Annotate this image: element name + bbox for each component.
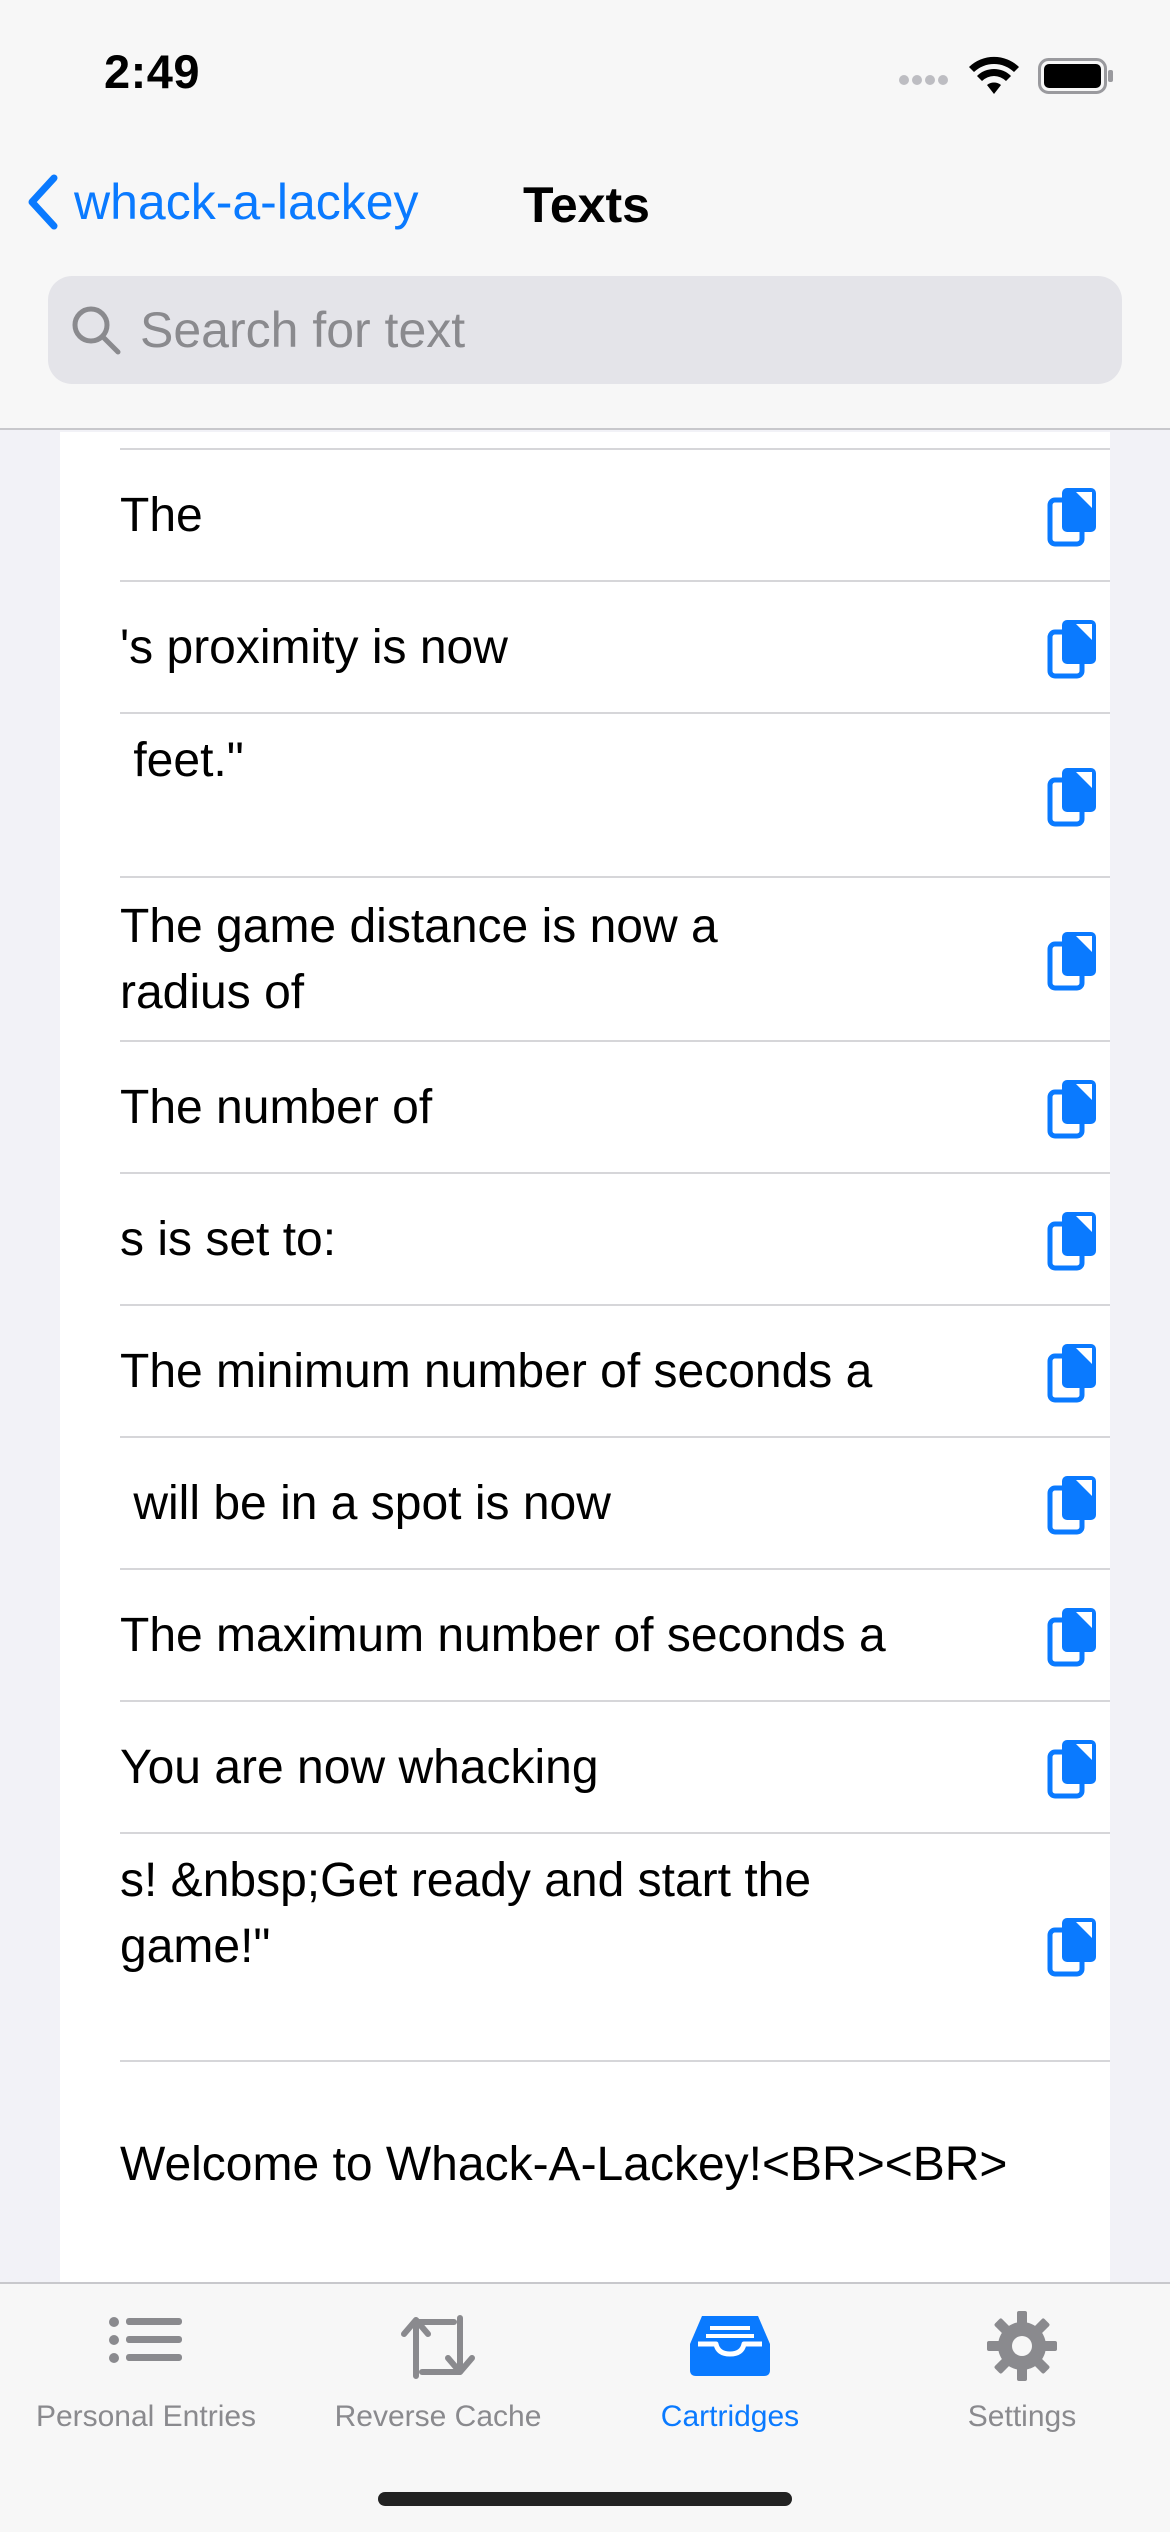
tab-label: Cartridges xyxy=(660,2400,800,2433)
list-item-text: s is set to: xyxy=(120,1213,337,1266)
tab-label: Settings xyxy=(967,2400,1077,2433)
list-icon xyxy=(109,2317,182,2363)
search-bar[interactable] xyxy=(48,276,1122,384)
status-time: 2:49 xyxy=(104,45,201,98)
list-item: s! &nbsp;Get ready and start the game!" xyxy=(120,1834,1110,2062)
list-item-text: s! &nbsp;Get ready and start the game!" xyxy=(120,1854,825,1973)
copy-icon[interactable] xyxy=(1046,764,1100,828)
copy-icon[interactable] xyxy=(1046,1076,1100,1140)
gear-icon xyxy=(987,2311,1057,2381)
search-icon xyxy=(72,306,121,355)
copy-icon[interactable] xyxy=(1046,1472,1100,1536)
tab-label: Reverse Cache xyxy=(334,2400,542,2433)
list-item: will be in a spot is now xyxy=(120,1438,1110,1570)
home-indicator[interactable] xyxy=(378,2492,792,2506)
list-item-text: The maximum number of seconds a xyxy=(120,1609,886,1662)
list-item: 's proximity is now xyxy=(120,582,1110,714)
tab-cartridges[interactable]: Cartridges xyxy=(584,2304,876,2434)
tray-icon xyxy=(690,2316,770,2376)
tab-label: Personal Entries xyxy=(35,2400,257,2433)
list-item-text: The game distance is now a radius of xyxy=(120,900,731,1019)
tab-personal-entries[interactable]: Personal Entries xyxy=(0,2304,292,2434)
tab-settings[interactable]: Settings xyxy=(876,2304,1168,2434)
search-input[interactable] xyxy=(138,300,1038,360)
list-item-text: The minimum number of seconds a xyxy=(120,1345,873,1398)
copy-icon[interactable] xyxy=(1046,1340,1100,1404)
list-item: feet." xyxy=(120,714,1110,878)
tab-reverse-cache[interactable]: Reverse Cache xyxy=(292,2304,584,2434)
cellular-signal-icon xyxy=(899,75,948,85)
chevron-left-icon xyxy=(28,174,58,230)
wifi-icon xyxy=(969,56,1019,94)
reverse-cache-icon xyxy=(401,2315,475,2379)
list-item-text: The xyxy=(120,489,203,542)
list-item-text: feet." xyxy=(120,734,244,787)
back-button-label: whack-a-lackey xyxy=(74,174,419,230)
status-bar: 2:49 xyxy=(0,0,1170,140)
status-icons xyxy=(898,56,1114,96)
list-item: You are now whacking xyxy=(120,1702,1110,1834)
list-item-text: You are now whacking xyxy=(120,1741,599,1794)
copy-icon[interactable] xyxy=(1046,1604,1100,1668)
list-item: The xyxy=(120,450,1110,582)
list-item-text: 's proximity is now xyxy=(120,621,508,674)
list-item-text: will be in a spot is now xyxy=(120,1477,611,1530)
page-title: Texts xyxy=(523,177,650,233)
back-button[interactable]: whack-a-lackey xyxy=(24,172,419,232)
list-item: The maximum number of seconds a xyxy=(120,1570,1110,1702)
copy-icon[interactable] xyxy=(1046,1914,1100,1978)
list-item-text: The number of xyxy=(120,1081,433,1134)
texts-list: The 's proximity is now feet." The game … xyxy=(60,432,1110,2282)
navigation-bar: whack-a-lackey Texts xyxy=(0,140,1170,430)
copy-icon[interactable] xyxy=(1046,928,1100,992)
battery-icon xyxy=(1038,58,1113,94)
list-item: s is set to: xyxy=(120,1174,1110,1306)
copy-icon[interactable] xyxy=(1046,1208,1100,1272)
copy-icon[interactable] xyxy=(1046,1736,1100,1800)
list-item: The number of xyxy=(120,1042,1110,1174)
copy-icon[interactable] xyxy=(1046,616,1100,680)
copy-icon[interactable] xyxy=(1046,484,1100,548)
list-item: The minimum number of seconds a xyxy=(120,1306,1110,1438)
welcome-text: Welcome to Whack-A-Lackey!<BR><BR> xyxy=(120,2138,1008,2191)
list-item: The game distance is now a radius of xyxy=(120,878,1110,1042)
